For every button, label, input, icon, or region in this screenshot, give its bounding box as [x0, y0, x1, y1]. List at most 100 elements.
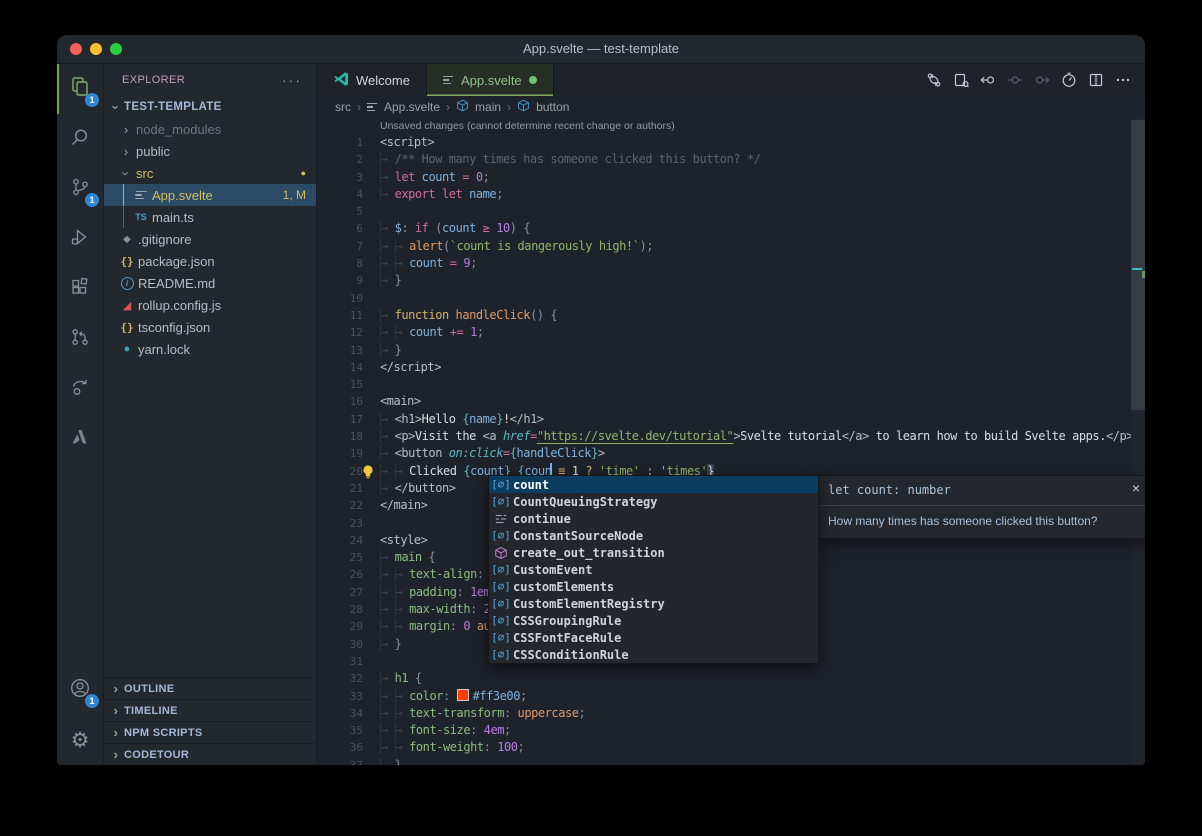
code-line-5[interactable]: 5 [317, 203, 1145, 220]
code-line-18[interactable]: 18→ <p>Visit the <a href="https://svelte… [317, 428, 1145, 445]
suggest-label: customElements [513, 580, 614, 594]
token: ); [639, 239, 653, 253]
next-diff-icon[interactable] [1034, 72, 1050, 88]
codelens-annotation[interactable]: Unsaved changes (cannot determine recent… [317, 118, 1145, 134]
code-line-9[interactable]: 9→ } [317, 272, 1145, 289]
previous-diff-icon[interactable] [1007, 72, 1023, 88]
suggest-item-CSSFontFaceRule[interactable]: [∅]CSSFontFaceRule [489, 629, 818, 646]
tree-item-public[interactable]: ›public [104, 140, 316, 162]
tree-item-rollup.config.js[interactable]: ◢rollup.config.js [104, 294, 316, 316]
split-editor-icon[interactable] [1088, 72, 1104, 88]
tab-welcome[interactable]: Welcome [317, 64, 427, 96]
breadcrumb-main[interactable]: main [475, 100, 501, 114]
section-npm-scripts[interactable]: › NPM SCRIPTS [104, 721, 316, 743]
code-line-2[interactable]: 2→ /** How many times has someone clicke… [317, 151, 1145, 168]
activity-extensions[interactable] [57, 264, 103, 314]
tree-item-tsconfig.json[interactable]: {}tsconfig.json [104, 316, 316, 338]
suggest-item-customElements[interactable]: [∅]customElements [489, 578, 818, 595]
code-line-6[interactable]: 6→ $: if (count ≥ 10) { [317, 220, 1145, 237]
suggest-label: ConstantSourceNode [513, 529, 643, 543]
breadcrumb-separator: › [357, 100, 361, 114]
activity-github-pr[interactable] [57, 314, 103, 364]
code-line-7[interactable]: 7→ → alert(`count is dangerously high!`)… [317, 238, 1145, 255]
code-line-15[interactable]: 15 [317, 376, 1145, 393]
editor-content[interactable]: Unsaved changes (cannot determine recent… [317, 118, 1145, 765]
code-line-10[interactable]: 10 [317, 290, 1145, 307]
token: ( [435, 221, 442, 235]
token: handleClick [456, 308, 531, 322]
code-line-11[interactable]: 11→ function handleClick() { [317, 307, 1145, 324]
token: → [380, 758, 395, 765]
code-line-4[interactable]: 4→ export let name; [317, 186, 1145, 203]
previous-change-icon[interactable] [980, 72, 996, 88]
activity-run-debug[interactable] [57, 214, 103, 264]
code-line-19[interactable]: 19→ <button on:click={handleClick}> [317, 445, 1145, 462]
suggest-item-count[interactable]: [∅]count [489, 476, 818, 493]
tree-item-README.md[interactable]: iREADME.md [104, 272, 316, 294]
explorer-more-actions-icon[interactable]: ··· [282, 72, 302, 88]
suggest-item-create_out_transition[interactable]: create_out_transition [489, 544, 818, 561]
token: text-transform [409, 706, 504, 720]
tree-item-src[interactable]: ›src● [104, 162, 316, 184]
activity-azure[interactable] [57, 414, 103, 464]
scrollbar-thumb[interactable] [1131, 120, 1145, 410]
tree-item-main.ts[interactable]: TSmain.ts [104, 206, 316, 228]
code-line-32[interactable]: 32→ h1 { [317, 670, 1145, 687]
tree-item-package.json[interactable]: {}package.json [104, 250, 316, 272]
breadcrumb-src[interactable]: src [335, 100, 351, 114]
suggest-item-CustomEvent[interactable]: [∅]CustomEvent [489, 561, 818, 578]
suggest-item-CSSGroupingRule[interactable]: [∅]CSSGroupingRule [489, 612, 818, 629]
code-line-14[interactable]: 14</script> [317, 359, 1145, 376]
tab-app-svelte[interactable]: App.svelte [427, 64, 554, 96]
token: font-size [409, 723, 470, 737]
suggest-item-ConstantSourceNode[interactable]: [∅]ConstantSourceNode [489, 527, 818, 544]
code-line-35[interactable]: 35→ → font-size: 4em; [317, 722, 1145, 739]
token: 10 [496, 221, 510, 235]
activity-settings[interactable]: ⚙ [57, 715, 103, 765]
section-timeline[interactable]: › TIMELINE [104, 699, 316, 721]
token: name [469, 412, 496, 426]
breadcrumb-button[interactable]: button [536, 100, 569, 114]
section-codetour[interactable]: › CODETOUR [104, 743, 316, 765]
tree-item-yarn.lock[interactable]: ●yarn.lock [104, 338, 316, 360]
tree-item-node_modules[interactable]: ›node_modules [104, 118, 316, 140]
code-line-36[interactable]: 36→ → font-weight: 100; [317, 739, 1145, 756]
code-line-37[interactable]: 37→ } [317, 757, 1145, 765]
open-changes-icon[interactable] [953, 72, 969, 88]
code-lines: 1<script>2→ /** How many times has someo… [317, 134, 1145, 765]
code-line-12[interactable]: 12→ → count += 1; [317, 324, 1145, 341]
token: → [395, 689, 410, 703]
activity-source-control[interactable]: 1 [57, 164, 103, 214]
tree-root-test-template[interactable]: › TEST-TEMPLATE [104, 96, 316, 118]
close-icon[interactable]: × [1132, 480, 1140, 496]
code-line-17[interactable]: 17→ <h1>Hello {name}!</h1> [317, 411, 1145, 428]
token: → [380, 671, 395, 685]
code-line-13[interactable]: 13→ } [317, 342, 1145, 359]
compare-changes-icon[interactable] [926, 72, 942, 88]
suggest-item-CustomElementRegistry[interactable]: [∅]CustomElementRegistry [489, 595, 818, 612]
activity-live-share[interactable] [57, 364, 103, 414]
suggest-item-CSSConditionRule[interactable]: [∅]CSSConditionRule [489, 646, 818, 663]
code-line-33[interactable]: 33→ → color: #ff3e00; [317, 688, 1145, 705]
unsaved-dot-icon[interactable] [529, 76, 537, 84]
code-line-34[interactable]: 34→ → text-transform: uppercase; [317, 705, 1145, 722]
run-debug-icon [70, 227, 90, 252]
code-line-3[interactable]: 3→ let count = 0; [317, 169, 1145, 186]
suggest-item-continue[interactable]: continue [489, 510, 818, 527]
activity-accounts[interactable]: 1 [57, 665, 103, 715]
timeline-timer-icon[interactable] [1061, 72, 1077, 88]
token: main [395, 550, 429, 564]
code-line-1[interactable]: 1<script> [317, 134, 1145, 151]
section-outline[interactable]: › OUTLINE [104, 677, 316, 699]
breadcrumb-app-svelte[interactable]: App.svelte [384, 100, 440, 114]
tree-item-App.svelte[interactable]: App.svelte1, M [104, 184, 316, 206]
activity-explorer[interactable]: 1 [57, 64, 103, 114]
code-line-16[interactable]: 16<main> [317, 393, 1145, 410]
code-line-8[interactable]: 8→ → count = 9; [317, 255, 1145, 272]
lightbulb-icon[interactable] [361, 464, 375, 485]
suggest-item-CountQueuingStrategy[interactable]: [∅]CountQueuingStrategy [489, 493, 818, 510]
activity-search[interactable] [57, 114, 103, 164]
tree-item-.gitignore[interactable]: ◆.gitignore [104, 228, 316, 250]
editor-scrollbar[interactable] [1131, 118, 1145, 765]
more-actions-icon[interactable] [1115, 72, 1131, 88]
